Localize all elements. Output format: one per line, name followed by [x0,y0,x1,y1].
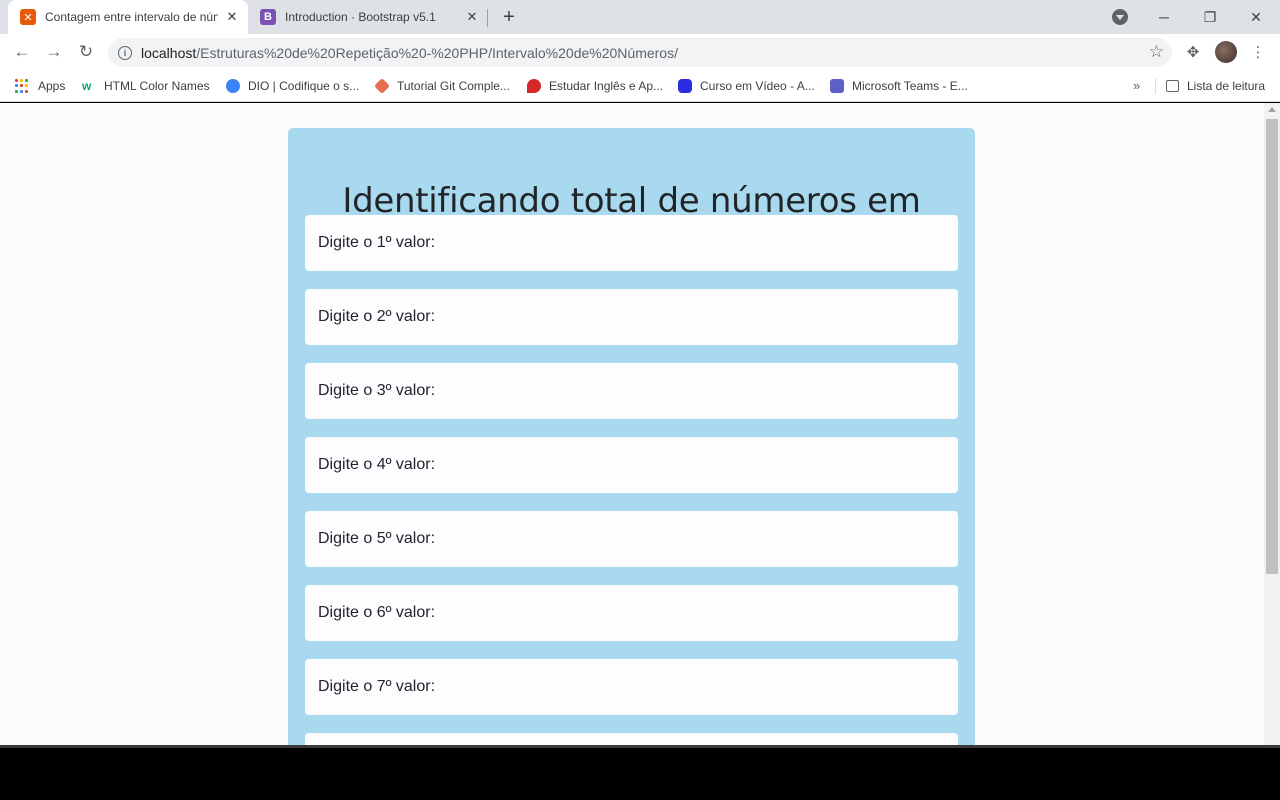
field-label: Digite o 7º valor: [318,678,436,695]
bottom-black-area [0,745,1280,800]
scroll-up-arrow-icon[interactable] [1268,107,1276,112]
value-7-field[interactable]: Digite o 7º valor: [305,659,958,715]
scroll-thumb[interactable] [1266,119,1278,574]
forward-arrow-icon[interactable]: → [42,40,66,64]
close-tab-icon[interactable]: ✕ [464,9,480,25]
bookmark-curso-em-video[interactable]: Curso em Vídeo - A... [678,77,815,95]
bookmark-dio[interactable]: DIO | Codifique o s... [226,77,359,95]
profile-avatar[interactable] [1215,41,1237,63]
tab-search-icon[interactable] [1112,9,1128,25]
site-info-icon[interactable]: i [118,45,132,60]
tab-contagem[interactable]: ✕ Contagem entre intervalo de nún ✕ [8,0,248,34]
tab-title: Contagem entre intervalo de nún [45,10,218,24]
bookmark-label: Curso em Vídeo - A... [700,79,815,93]
value-6-field[interactable]: Digite o 6º valor: [305,585,958,641]
close-window-button[interactable]: ✕ [1233,0,1279,34]
reading-list-icon [1166,80,1179,92]
bookmarks-divider [1155,78,1156,94]
close-tab-icon[interactable]: ✕ [224,9,240,25]
address-bar[interactable]: i localhost/Estruturas%20de%20Repetição%… [108,38,1172,67]
dio-icon [226,79,240,93]
value-8-field[interactable] [305,733,958,745]
tab-strip: ✕ Contagem entre intervalo de nún ✕ B In… [0,0,1280,34]
restore-button[interactable]: ❐ [1187,0,1233,34]
more-bookmarks-chevron-icon[interactable]: » [1133,78,1140,93]
bookmark-label: Microsoft Teams - E... [852,79,968,93]
reading-list-label: Lista de leitura [1187,79,1266,93]
value-3-field[interactable]: Digite o 3º valor: [305,363,958,419]
field-label: Digite o 3º valor: [318,382,436,399]
bookmark-label: Apps [38,79,66,93]
field-label: Digite o 4º valor: [318,456,436,473]
reload-icon[interactable]: ↻ [74,40,98,64]
field-label: Digite o 1º valor: [318,234,436,251]
value-5-field[interactable]: Digite o 5º valor: [305,511,958,567]
menu-kebab-icon[interactable]: ⋮ [1248,42,1268,62]
bookmark-english[interactable]: Estudar Inglês e Ap... [527,77,663,95]
value-1-field[interactable]: Digite o 1º valor: [305,215,958,271]
bootstrap-favicon-icon: B [260,9,276,25]
value-2-field[interactable]: Digite o 2º valor: [305,289,958,345]
value-4-field[interactable]: Digite o 4º valor: [305,437,958,493]
back-arrow-icon[interactable]: ← [10,40,34,64]
vertical-scrollbar[interactable] [1264,103,1280,745]
bookmark-git[interactable]: Tutorial Git Comple... [374,77,510,95]
new-tab-button[interactable]: + [498,6,520,28]
bookmarks-bar: Apps w HTML Color Names DIO | Codifique … [0,70,1280,102]
extensions-puzzle-icon[interactable]: ✥ [1183,42,1203,62]
url-path: /Estruturas%20de%20Repetição%20-%20PHP/I… [196,44,678,61]
git-icon [374,78,390,94]
field-label: Digite o 6º valor: [318,604,436,621]
field-label: Digite o 2º valor: [318,308,436,325]
english-icon [527,79,541,93]
bottom-edge-line [0,745,1280,748]
bookmark-teams[interactable]: Microsoft Teams - E... [830,77,968,95]
bookmark-html-color-names[interactable]: w HTML Color Names [82,77,210,95]
reading-list-button[interactable]: Lista de leitura [1166,77,1265,95]
teams-icon [830,79,844,93]
browser-toolbar: ← → ↻ i localhost/Estruturas%20de%20Repe… [0,34,1280,70]
bookmark-label: Estudar Inglês e Ap... [549,79,664,93]
w3-icon: w [82,79,92,93]
cursoemvideo-icon [678,79,692,93]
bookmark-label: Tutorial Git Comple... [397,79,510,93]
tab-separator [487,9,488,27]
bookmark-label: HTML Color Names [104,79,210,93]
minimize-button[interactable]: ─ [1141,0,1187,34]
page-viewport: Identificando total de números em interv… [0,103,1264,745]
tab-title: Introduction · Bootstrap v5.1 [285,10,436,24]
field-label: Digite o 5º valor: [318,530,436,547]
tab-bootstrap[interactable]: B Introduction · Bootstrap v5.1 ✕ [248,0,488,34]
bookmark-label: DIO | Codifique o s... [248,79,360,93]
bookmark-apps[interactable]: Apps [15,77,65,95]
bookmark-star-icon[interactable]: ☆ [1149,42,1164,62]
apps-grid-icon [15,79,29,93]
form-card: Identificando total de números em interv… [288,128,975,745]
xampp-favicon-icon: ✕ [20,9,36,25]
url-host: localhost [141,44,197,61]
